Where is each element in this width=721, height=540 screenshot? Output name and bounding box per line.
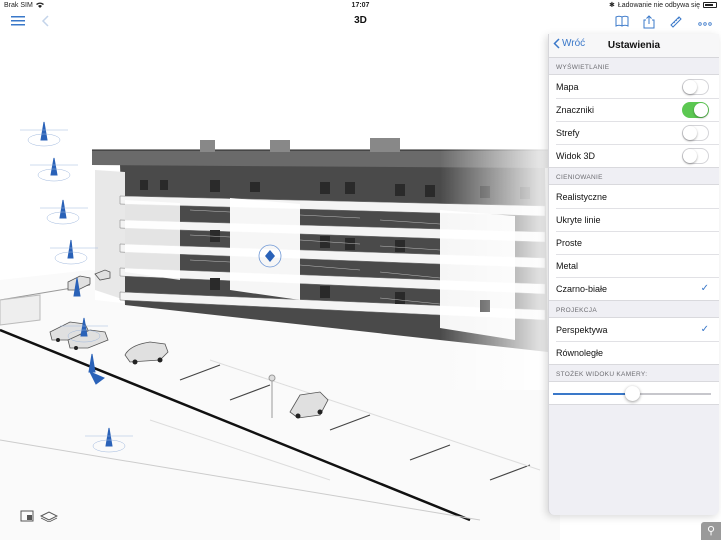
display-row-mapa[interactable]: Mapa — [549, 75, 719, 98]
projection-row-perspektywa[interactable]: Perspektywa ✓ — [549, 318, 719, 341]
toggle-switch[interactable] — [682, 124, 709, 141]
shading-section-label: CIENIOWANIE — [556, 174, 603, 181]
book-icon[interactable] — [614, 15, 630, 29]
row-label: Mapa — [556, 81, 579, 92]
camera-cone-slider-group — [549, 381, 719, 405]
sheet-icon[interactable] — [20, 510, 34, 522]
row-label: Czarno-białe — [556, 283, 608, 294]
slider-thumb[interactable] — [625, 386, 640, 401]
ruler-icon[interactable] — [668, 15, 684, 29]
battery-icon — [703, 2, 717, 8]
status-time: 17:07 — [351, 1, 370, 9]
projection-group: Perspektywa ✓ Równoległe — [549, 317, 719, 365]
projection-row-rownolege[interactable]: Równoległe — [549, 341, 719, 364]
walk-mode-button[interactable]: ⚲ — [701, 522, 721, 540]
camera-cone-label: STOŻEK WIDOKU KAMERY: — [556, 371, 648, 378]
shading-row-proste[interactable]: Proste — [549, 231, 719, 254]
toggle-switch[interactable] — [682, 78, 709, 95]
view-tools — [20, 510, 58, 522]
more-icon[interactable] — [697, 15, 713, 29]
status-bar: Brak SIM 17:07 ✱ Ładowanie nie odbywa si… — [0, 0, 721, 10]
row-label: Równoległe — [556, 347, 604, 358]
row-label: Widok 3D — [556, 150, 596, 161]
row-label: Realistyczne — [556, 191, 608, 202]
settings-panel: Wróć Ustawienia WYŚWIETLANIE Mapa Znaczni… — [548, 34, 719, 515]
display-group: Mapa Znaczniki Strefy Widok 3D — [549, 74, 719, 168]
nav-bar: 3D — [0, 10, 721, 34]
display-section-label: WYŚWIETLANIE — [556, 64, 610, 71]
shading-row-realistyczne[interactable]: Realistyczne — [549, 185, 719, 208]
display-row-znaczniki[interactable]: Znaczniki — [549, 98, 719, 121]
shading-row-metal[interactable]: Metal — [549, 254, 719, 277]
settings-header: Wróć Ustawienia — [549, 34, 719, 58]
layers-icon[interactable] — [40, 510, 58, 522]
shading-row-czarno-biae[interactable]: Czarno-białe ✓ — [549, 277, 719, 300]
projection-section-label: PROJEKCJA — [556, 307, 597, 314]
toggle-switch[interactable] — [682, 101, 709, 118]
slider-fill — [553, 393, 632, 395]
shading-row-ukryte-linie[interactable]: Ukryte linie — [549, 208, 719, 231]
row-label: Strefy — [556, 127, 580, 138]
row-label: Perspektywa — [556, 324, 608, 335]
camera-cone-slider[interactable] — [553, 386, 711, 401]
row-label: Proste — [556, 237, 583, 248]
display-row-strefy[interactable]: Strefy — [549, 121, 719, 144]
row-label: Ukryte linie — [556, 214, 601, 225]
checkmark-icon: ✓ — [700, 283, 709, 294]
person-icon: ⚲ — [706, 525, 716, 537]
page-title: 3D — [354, 15, 367, 26]
settings-title: Ustawienia — [607, 40, 661, 51]
shading-group: Realistyczne Ukryte linie Proste Metal Czarn… — [549, 184, 719, 301]
toggle-switch[interactable] — [682, 147, 709, 164]
checkmark-icon: ✓ — [700, 324, 709, 335]
share-icon[interactable] — [641, 15, 657, 29]
row-label: Znaczniki — [556, 104, 595, 115]
row-label: Metal — [556, 260, 579, 271]
display-row-widok-3d[interactable]: Widok 3D — [549, 144, 719, 167]
